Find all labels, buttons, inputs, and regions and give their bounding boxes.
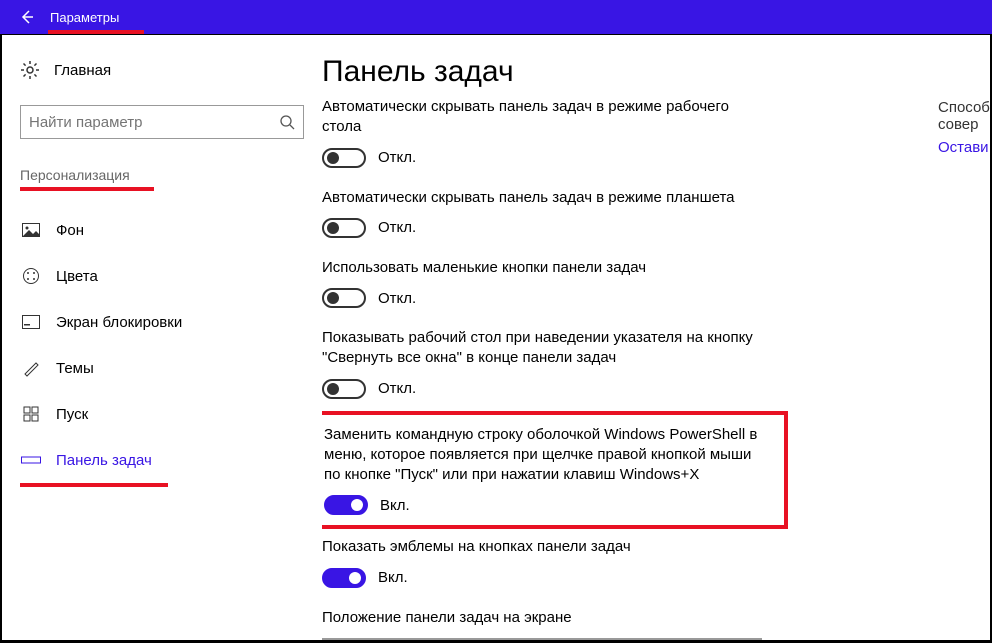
- nav-label: Пуск: [56, 406, 88, 423]
- setting-label: Показать эмблемы на кнопках панели задач: [322, 537, 762, 557]
- taskbar-icon: [20, 453, 42, 467]
- main-panel: Панель задач Автоматически скрывать пане…: [322, 35, 990, 640]
- search-input[interactable]: [20, 105, 304, 139]
- position-dropdown[interactable]: Внизу ▾: [322, 638, 762, 640]
- toggle-state: Вкл.: [378, 569, 408, 586]
- highlight-underline: [20, 187, 154, 191]
- search-icon: [279, 114, 295, 130]
- setting-badges: Показать эмблемы на кнопках панели задач…: [322, 529, 970, 599]
- sidebar: Главная Персонализация Фон Цвета: [2, 35, 322, 640]
- lockscreen-icon: [20, 315, 42, 329]
- setting-label: Использовать маленькие кнопки панели зад…: [322, 258, 762, 278]
- setting-small-buttons: Использовать маленькие кнопки панели зад…: [322, 250, 970, 320]
- brush-icon: [20, 359, 42, 377]
- palette-icon: [20, 267, 42, 285]
- page-title: Панель задач: [322, 55, 990, 89]
- highlight-underline: [20, 483, 168, 487]
- sidebar-item-taskbar[interactable]: Панель задач: [20, 437, 304, 483]
- section-label: Персонализация: [20, 167, 130, 183]
- nav-label: Фон: [56, 222, 84, 239]
- sidebar-item-themes[interactable]: Темы: [20, 345, 304, 391]
- info-text: совер: [938, 116, 990, 133]
- window-title: Параметры: [50, 10, 119, 25]
- info-text: Способ: [938, 99, 990, 116]
- toggle-switch[interactable]: [322, 148, 366, 168]
- gear-icon: [20, 60, 40, 80]
- toggle-state: Откл.: [378, 290, 416, 307]
- setting-label: Показывать рабочий стол при наведении ук…: [322, 328, 762, 369]
- toggle-switch[interactable]: [322, 218, 366, 238]
- sidebar-item-colors[interactable]: Цвета: [20, 253, 304, 299]
- start-icon: [20, 406, 42, 422]
- info-pane: Способ совер Остави: [938, 99, 990, 156]
- highlight-underline: [48, 30, 144, 34]
- feedback-link[interactable]: Остави: [938, 139, 990, 156]
- setting-hide-tablet: Автоматически скрывать панель задач в ре…: [322, 180, 970, 250]
- toggle-state: Откл.: [378, 219, 416, 236]
- home-label: Главная: [54, 62, 111, 79]
- setting-label: Автоматически скрывать панель задач в ре…: [322, 97, 762, 138]
- toggle-switch[interactable]: [322, 288, 366, 308]
- nav-label: Экран блокировки: [56, 314, 182, 331]
- titlebar: Параметры: [0, 0, 992, 34]
- toggle-state: Откл.: [378, 149, 416, 166]
- setting-label: Заменить командную строку оболочкой Wind…: [324, 425, 764, 486]
- toggle-switch[interactable]: [322, 568, 366, 588]
- nav-label: Цвета: [56, 268, 98, 285]
- setting-label: Положение панели задач на экране: [322, 608, 762, 628]
- nav-label: Панель задач: [56, 452, 152, 469]
- search-field[interactable]: [29, 114, 279, 131]
- highlighted-setting: Заменить командную строку оболочкой Wind…: [322, 411, 788, 530]
- home-button[interactable]: Главная: [20, 53, 304, 87]
- toggle-switch[interactable]: [322, 379, 366, 399]
- sidebar-item-lockscreen[interactable]: Экран блокировки: [20, 299, 304, 345]
- sidebar-item-background[interactable]: Фон: [20, 207, 304, 253]
- arrow-left-icon: [18, 9, 34, 25]
- nav-label: Темы: [56, 360, 94, 377]
- sidebar-item-start[interactable]: Пуск: [20, 391, 304, 437]
- toggle-state: Вкл.: [380, 497, 410, 514]
- back-button[interactable]: [6, 0, 46, 34]
- toggle-switch[interactable]: [324, 495, 368, 515]
- setting-hide-desktop: Автоматически скрывать панель задач в ре…: [322, 97, 970, 180]
- toggle-state: Откл.: [378, 380, 416, 397]
- setting-taskbar-position: Положение панели задач на экране Внизу ▾: [322, 600, 970, 641]
- setting-peek-desktop: Показывать рабочий стол при наведении ук…: [322, 320, 970, 411]
- picture-icon: [20, 223, 42, 237]
- setting-label: Автоматически скрывать панель задач в ре…: [322, 188, 762, 208]
